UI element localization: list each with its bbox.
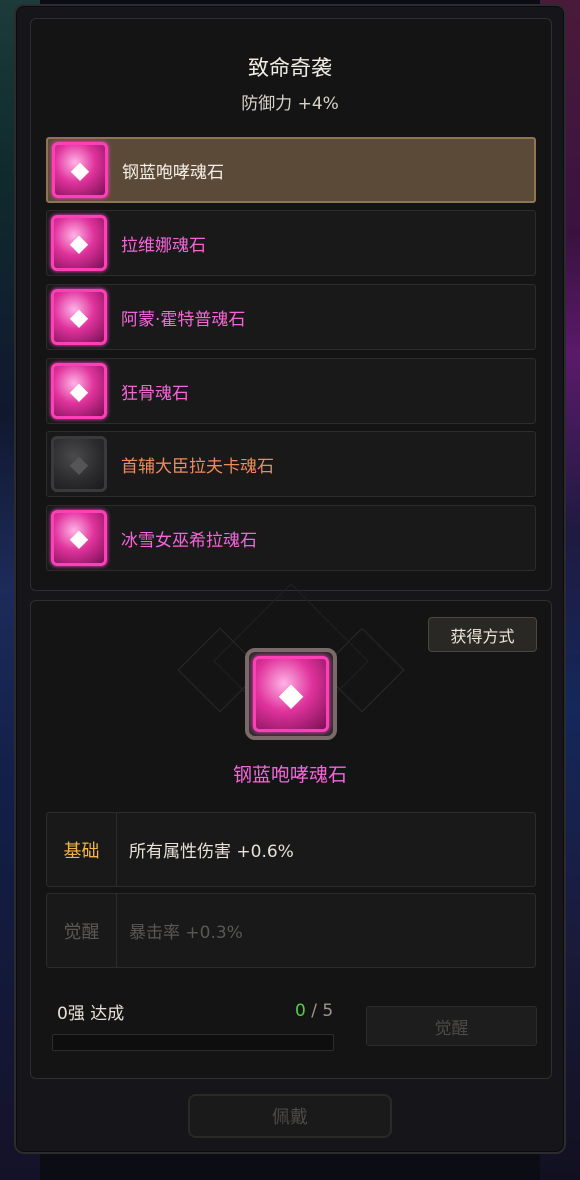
enhance-progress-text: 0强 达成 xyxy=(57,1004,125,1024)
progress-separator: / xyxy=(305,1001,323,1021)
stone-name: 阿蒙·霍特普魂石 xyxy=(121,309,246,330)
soulstone-icon: ◆ xyxy=(52,142,108,198)
awaken-button[interactable]: 觉醒 xyxy=(366,1006,537,1046)
soulstone-icon: ◆ xyxy=(253,656,329,732)
set-title: 致命奇袭 xyxy=(248,56,332,80)
soulstone-icon: ◆ xyxy=(51,289,107,345)
stone-row-4[interactable]: ◆ 狂骨魂石 xyxy=(46,358,536,424)
stone-name: 钢蓝咆哮魂石 xyxy=(122,162,224,183)
stone-row-3[interactable]: ◆ 阿蒙·霍特普魂石 xyxy=(46,284,536,350)
enhance-progress-bar xyxy=(52,1034,334,1051)
stone-name: 拉维娜魂石 xyxy=(121,235,206,256)
stone-name: 冰雪女巫希拉魂石 xyxy=(121,530,257,551)
progress-total: 5 xyxy=(322,1001,334,1021)
stone-row-6[interactable]: ◆ 冰雪女巫希拉魂石 xyxy=(46,505,536,571)
equip-button[interactable]: 佩戴 xyxy=(188,1094,392,1138)
stone-name: 首辅大臣拉夫卡魂石 xyxy=(121,456,274,477)
base-label: 基础 xyxy=(47,813,117,886)
acquire-method-button[interactable]: 获得方式 xyxy=(428,617,537,652)
soulstone-icon: ◆ xyxy=(51,215,107,271)
base-value: 所有属性伤害 +0.6% xyxy=(129,842,294,862)
progress-current: 0 xyxy=(295,1001,306,1021)
soulstone-icon-locked: ◆ xyxy=(51,436,107,492)
awaken-label: 觉醒 xyxy=(47,894,117,967)
stone-row-1[interactable]: ◆ 钢蓝咆哮魂石 xyxy=(46,137,536,203)
stone-row-2[interactable]: ◆ 拉维娜魂石 xyxy=(46,210,536,276)
awaken-value: 暴击率 +0.3% xyxy=(129,923,243,943)
soulstone-icon: ◆ xyxy=(51,363,107,419)
base-attribute-row: 基础 所有属性伤害 +0.6% xyxy=(46,812,536,887)
soulstone-icon: ◆ xyxy=(51,510,107,566)
awaken-attribute-row: 觉醒 暴击率 +0.3% xyxy=(46,893,536,968)
selected-stone-name: 钢蓝咆哮魂石 xyxy=(232,764,347,786)
set-bonus: 防御力 +4% xyxy=(241,94,339,114)
selected-stone-frame: ◆ xyxy=(245,648,337,740)
stone-name: 狂骨魂石 xyxy=(121,383,189,404)
enhance-progress-count: 0 / 5 xyxy=(295,1001,333,1021)
stone-row-5[interactable]: ◆ 首辅大臣拉夫卡魂石 xyxy=(46,431,536,497)
